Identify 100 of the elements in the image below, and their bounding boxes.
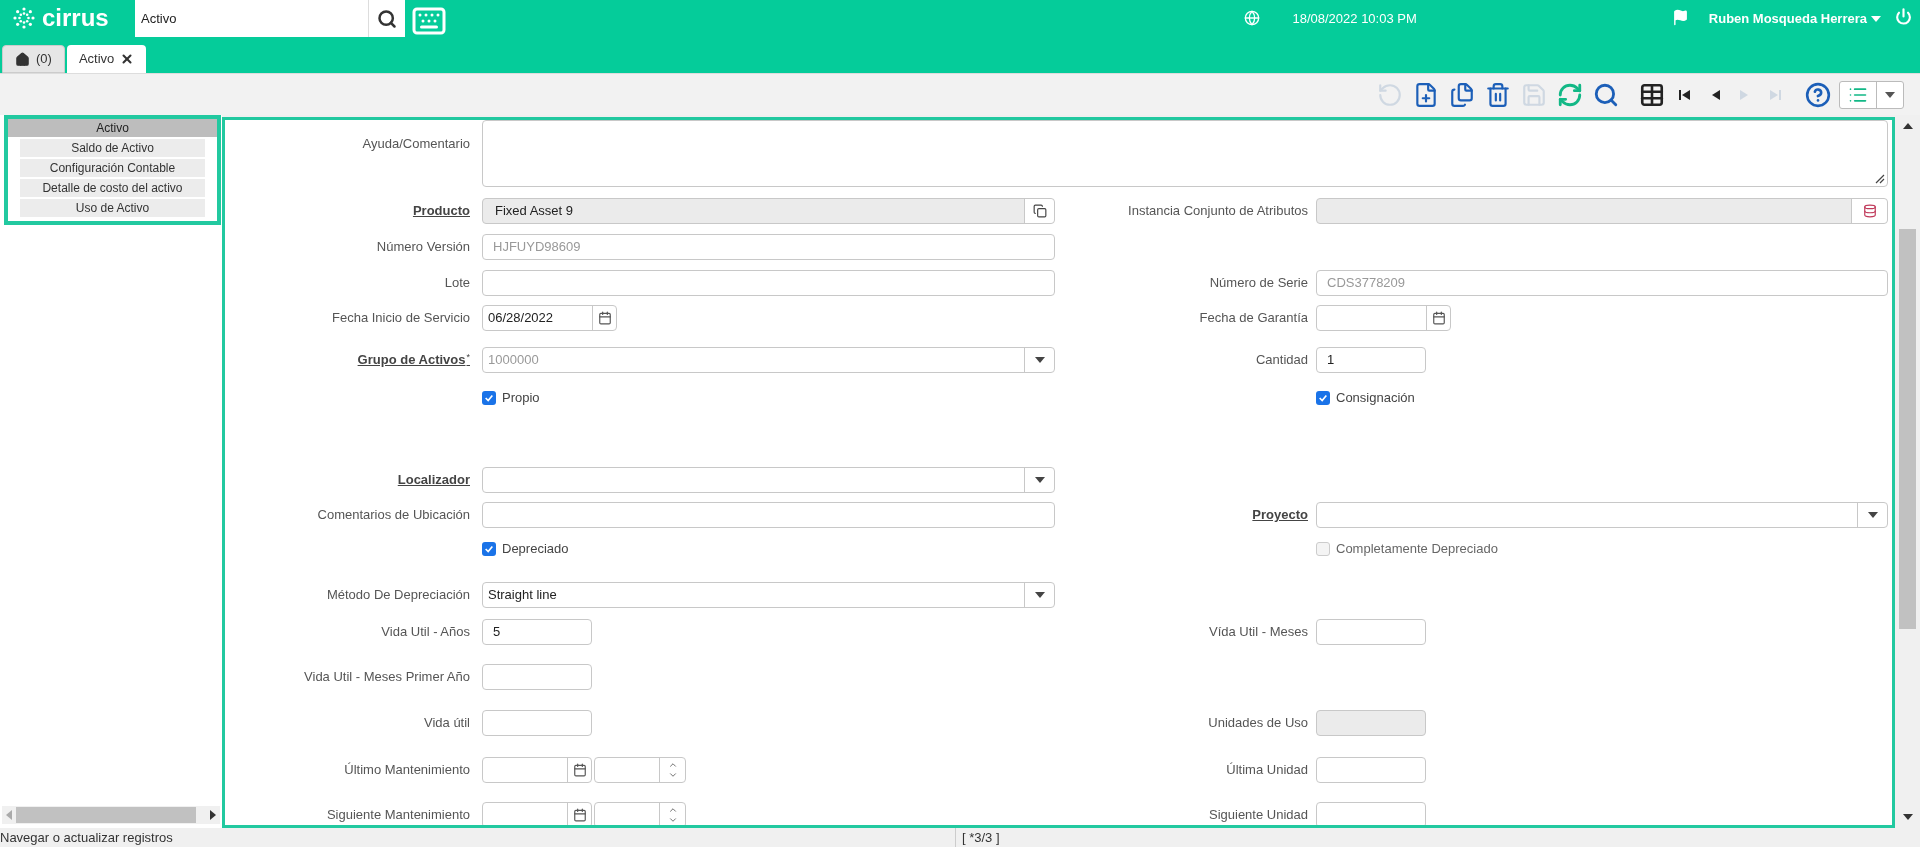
resize-handle-icon[interactable] [1875,174,1885,184]
dropdown-caret-icon [1867,512,1878,518]
calendar-icon [1431,311,1446,325]
checkbox-label: Consignación [1336,389,1415,407]
date-field[interactable]: 06/28/2022 [482,305,617,331]
date-field[interactable] [1316,305,1451,331]
caret-icon [1871,15,1881,22]
globe-icon[interactable] [1244,10,1261,26]
field-label: Fecha de Garantía [1199,309,1308,328]
save-icon [1521,81,1547,108]
number-field[interactable]: 5 [482,619,592,645]
field-label: Número de Serie [1209,274,1308,293]
list-menu-button[interactable] [1839,80,1904,109]
calendar-icon [597,311,612,325]
number-field[interactable] [1316,710,1426,736]
caret-icon [1885,91,1895,98]
scroll-down-icon[interactable] [1902,814,1913,820]
trash-icon [1485,81,1511,108]
field-label: Fecha Inicio de Servicio [332,309,470,328]
number-field[interactable] [1316,757,1426,783]
search-icon [377,8,397,29]
dropdown-caret-icon [1034,357,1045,363]
close-icon[interactable] [120,52,135,66]
field-label: Último Mantenimiento [344,761,470,780]
dropdown-caret-icon [1034,592,1045,598]
calendar-icon [572,763,587,777]
field-label: Última Unidad [1226,761,1308,780]
sidebar-item[interactable]: Uso de Activo [20,199,205,217]
database-button[interactable] [1851,199,1887,223]
attribute-field[interactable] [1316,198,1888,224]
field-label: Vida Util - Años [381,623,470,642]
sidebar-item[interactable]: Detalle de costo del activo [20,179,205,197]
field-label[interactable]: Grupo de Activos$^{*}$ [357,350,470,370]
number-field[interactable] [482,664,592,690]
logo-text: cirrus [42,6,109,30]
help-icon [1805,81,1831,108]
scroll-left-icon[interactable] [6,810,12,820]
number-field[interactable] [1316,802,1426,825]
select-value: 1000000 [487,351,540,370]
record-counter: [ *3/3 ] [955,827,1000,847]
scroll-right-icon[interactable] [210,810,216,820]
field-label: Vida útil [424,714,470,733]
text-field[interactable] [482,502,1055,528]
checkbox-label: Depreciado [502,540,569,558]
select-value: Straight line [487,586,558,605]
tab[interactable]: (0) [2,45,65,73]
search-icon [1593,81,1619,108]
number-field[interactable] [1316,619,1426,645]
logo-icon [12,6,36,30]
sidebar-title: Activo [8,119,217,137]
time-field[interactable] [594,802,686,825]
date-field[interactable] [482,802,592,825]
field-label: Vída Util - Meses [1209,623,1308,642]
checkbox[interactable] [482,390,496,405]
home-icon [15,51,30,67]
copy-button[interactable] [1024,199,1054,223]
check-icon [484,543,494,554]
table-icon [1639,81,1665,108]
checkbox-label: Completamente Depreciado [1336,540,1498,558]
dropdown-caret-icon [1034,477,1045,483]
lookup-field[interactable]: Fixed Asset 9 [482,198,1055,224]
field-label[interactable]: Localizador [397,470,470,490]
field-label: Lote [444,274,470,293]
field-label[interactable]: Producto [412,201,470,221]
checkbox[interactable] [482,541,496,556]
text-field[interactable] [482,270,1055,296]
sidebar-item[interactable]: Saldo de Activo [20,139,205,157]
field-label: Método De Depreciación [326,586,470,605]
file-plus-icon [1413,81,1439,108]
field-label: Vida Util - Meses Primer Año [304,668,470,687]
check-icon [1318,392,1328,403]
undo-icon [1377,81,1403,108]
refresh-icon [1557,81,1583,108]
status-message: Navegar o actualizar registros [0,828,174,847]
field-label[interactable]: Proyecto [1252,505,1308,525]
field-label: Siguiente Mantenimiento [326,806,470,825]
field-label: Cantidad [1255,351,1308,370]
sidebar-item[interactable]: Configuración Contable [20,159,205,177]
select-field[interactable]: Straight line [482,582,1055,608]
search-field[interactable]: Activo [135,0,368,37]
tab[interactable]: Activo [66,45,147,73]
database-icon [1862,204,1877,218]
datetime: 18/08/2022 10:03 PM [1292,10,1417,28]
scroll-up-icon[interactable] [1902,123,1913,129]
select-field[interactable] [1316,502,1888,528]
number-field[interactable] [482,710,592,736]
files-icon [1449,81,1475,108]
time-field[interactable] [594,757,686,783]
select-field[interactable] [482,467,1055,493]
field-label: Instancia Conjunto de Atributos [1128,202,1308,221]
horizontal-scrollbar[interactable] [2,806,220,824]
copy-icon [1032,204,1047,218]
field-label: Número Versión [376,238,470,257]
date-field[interactable] [482,757,592,783]
number-field[interactable]: 1 [1316,347,1426,373]
checkbox[interactable] [1316,390,1330,405]
field-label: Ayuda/Comentario [362,135,470,153]
flag-icon[interactable] [1671,9,1689,26]
power-icon[interactable] [1895,8,1912,25]
search-button[interactable] [368,0,405,37]
